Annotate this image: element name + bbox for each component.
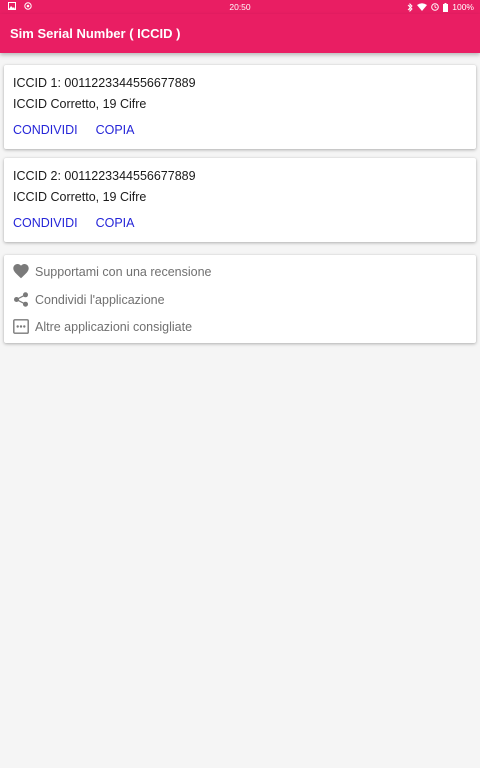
app-bar: Sim Serial Number ( ICCID ) <box>0 14 480 53</box>
app-title: Sim Serial Number ( ICCID ) <box>10 26 181 41</box>
menu-item-more-apps[interactable]: Altre applicazioni consigliate <box>13 319 192 334</box>
menu-item-share-app[interactable]: Condividi l'applicazione <box>13 292 165 307</box>
share-button[interactable]: CONDIVIDI <box>13 216 78 230</box>
card-actions: CONDIVIDI COPIA <box>13 123 135 137</box>
sim-card-1: ICCID 1: 0011223344556677889 ICCID Corre… <box>4 65 476 149</box>
copy-button[interactable]: COPIA <box>96 123 135 137</box>
copy-button[interactable]: COPIA <box>96 216 135 230</box>
battery-percent: 100% <box>452 2 474 12</box>
share-icon <box>13 292 29 307</box>
alarm-icon <box>431 3 440 11</box>
card-actions: CONDIVIDI COPIA <box>13 216 135 230</box>
menu-card: Supportami con una recensione Condividi … <box>4 255 476 343</box>
heart-icon <box>13 264 29 279</box>
menu-item-label: Altre applicazioni consigliate <box>35 319 193 334</box>
share-button[interactable]: CONDIVIDI <box>13 123 78 137</box>
status-right-icons: 100% <box>407 2 474 12</box>
wifi-icon <box>417 3 428 11</box>
sim-card-2: ICCID 2: 0011223344556677889 ICCID Corre… <box>4 158 476 242</box>
iccid-line: ICCID 1: 0011223344556677889 <box>13 76 196 90</box>
iccid-line: ICCID 2: 0011223344556677889 <box>13 169 196 183</box>
battery-icon <box>443 2 449 12</box>
menu-item-label: Supportami con una recensione <box>35 264 212 279</box>
iccid-status: ICCID Corretto, 19 Cifre <box>13 190 147 204</box>
status-bar: 20:50 100% <box>0 0 480 14</box>
more-apps-icon <box>13 319 29 334</box>
bluetooth-icon <box>407 2 413 12</box>
iccid-status: ICCID Corretto, 19 Cifre <box>13 97 147 111</box>
menu-item-label: Condividi l'applicazione <box>35 292 165 307</box>
menu-item-review[interactable]: Supportami con una recensione <box>13 264 212 279</box>
